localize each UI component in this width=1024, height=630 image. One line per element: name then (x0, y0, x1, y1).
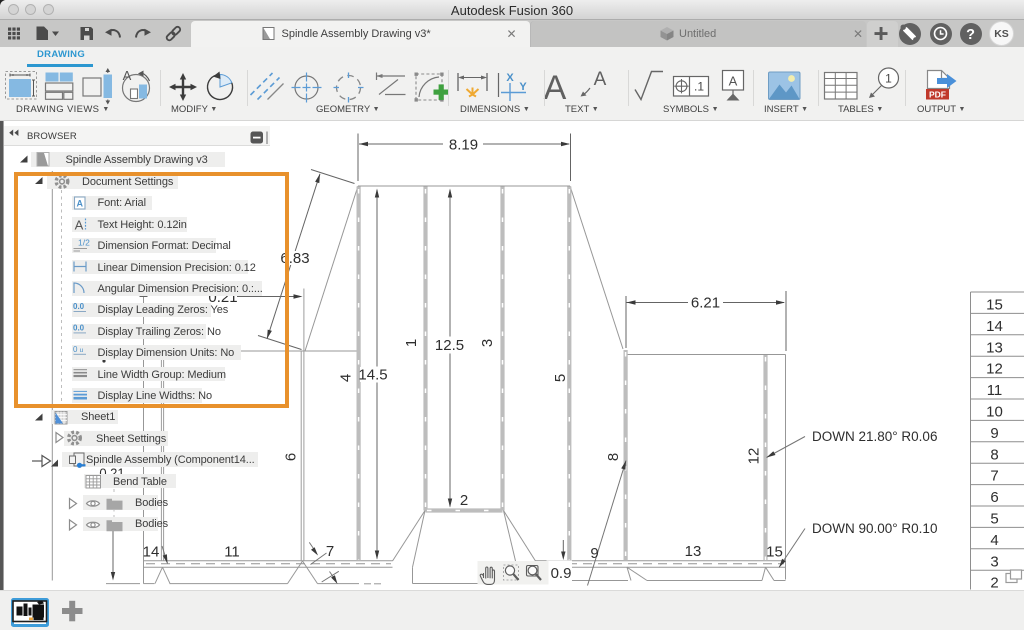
svg-text:15: 15 (766, 544, 783, 561)
svg-text:8.19: 8.19 (449, 137, 478, 154)
svg-text:8: 8 (990, 446, 998, 463)
svg-text:12: 12 (746, 448, 763, 465)
svg-text:DOWN 21.80° R0.06: DOWN 21.80° R0.06 (812, 429, 937, 444)
svg-text:6.21: 6.21 (691, 295, 720, 312)
svg-text:9: 9 (990, 425, 998, 442)
svg-text:11: 11 (987, 382, 1003, 399)
svg-text:8: 8 (605, 453, 622, 461)
svg-text:9: 9 (590, 545, 598, 562)
svg-text:14.5: 14.5 (358, 367, 387, 384)
svg-text:6: 6 (990, 489, 998, 506)
svg-text:3: 3 (990, 553, 998, 570)
svg-text:7: 7 (990, 468, 998, 485)
svg-text:1: 1 (403, 339, 420, 347)
svg-text:5: 5 (552, 374, 569, 382)
svg-text:7: 7 (326, 543, 334, 560)
svg-text:4: 4 (338, 374, 355, 382)
svg-text:2: 2 (460, 492, 468, 509)
svg-text:10: 10 (986, 404, 1003, 421)
svg-text:14: 14 (986, 318, 1003, 335)
svg-text:0.9: 0.9 (551, 565, 572, 582)
svg-text:4: 4 (990, 532, 998, 549)
svg-text:5: 5 (990, 511, 998, 528)
svg-text:12.5: 12.5 (435, 337, 464, 354)
svg-text:DOWN 90.00° R0.10: DOWN 90.00° R0.10 (812, 521, 937, 536)
svg-text:12: 12 (986, 361, 1003, 378)
svg-text:13: 13 (986, 339, 1003, 356)
svg-text:13: 13 (685, 543, 702, 560)
svg-text:15: 15 (986, 297, 1003, 314)
svg-text:3: 3 (479, 339, 496, 347)
